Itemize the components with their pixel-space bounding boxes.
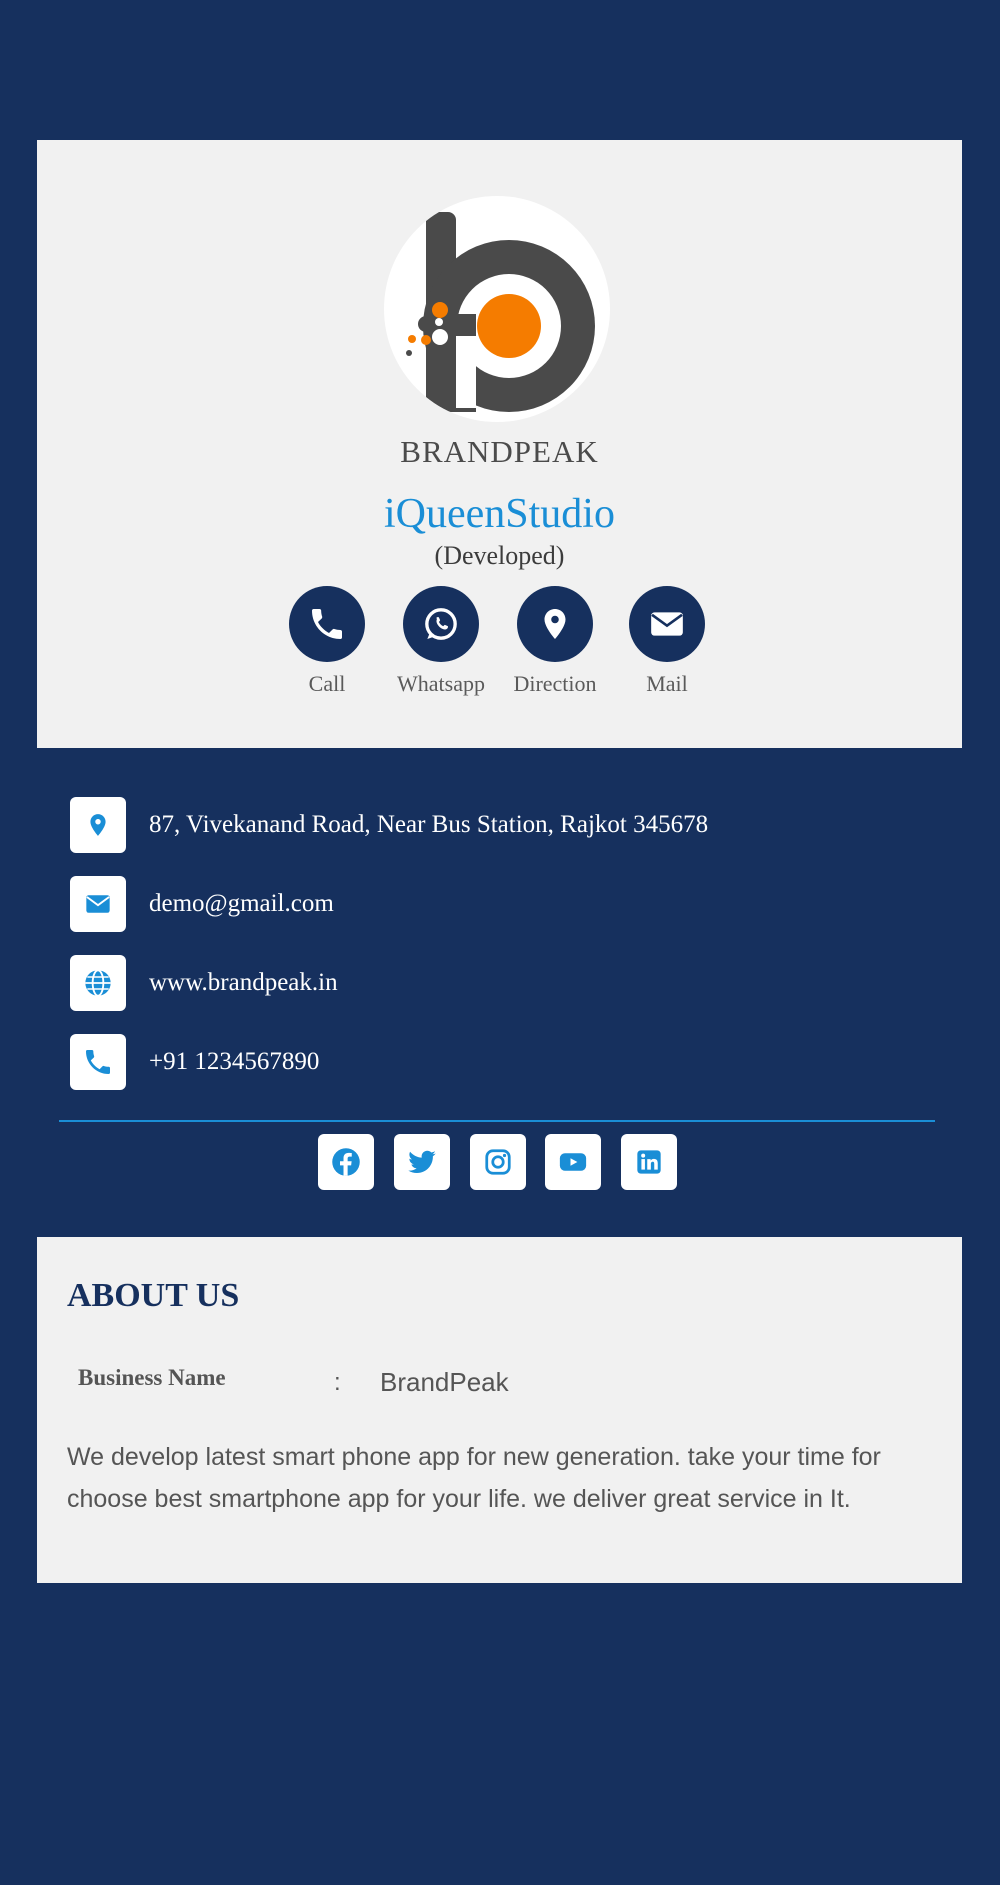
email-text: demo@gmail.com	[149, 890, 334, 917]
about-card: ABOUT US Business Name : BrandPeak We de…	[37, 1237, 962, 1583]
globe-icon	[70, 955, 126, 1011]
whatsapp-label: Whatsapp	[397, 671, 485, 696]
linkedin-icon	[637, 1150, 661, 1174]
business-name-label: Business Name	[78, 1365, 226, 1390]
envelope-icon	[70, 876, 126, 932]
phone-icon	[70, 1034, 126, 1090]
profile-title: iQueenStudio	[384, 491, 615, 537]
youtube-icon	[559, 1153, 587, 1171]
direction-button[interactable]: Direction	[495, 586, 615, 697]
phone-row[interactable]: +91 1234567890	[70, 1034, 319, 1090]
website-row[interactable]: www.brandpeak.in	[70, 955, 338, 1011]
twitter-button[interactable]	[394, 1134, 450, 1190]
instagram-button[interactable]	[470, 1134, 526, 1190]
mail-button[interactable]: Mail	[607, 586, 727, 697]
profile-card: BRANDPEAK iQueenStudio (Developed) Call …	[37, 140, 962, 748]
address-text: 87, Vivekanand Road, Near Bus Station, R…	[149, 811, 709, 838]
instagram-icon	[485, 1149, 511, 1175]
brand-wordmark: BRANDPEAK	[400, 434, 599, 469]
phone-text: +91 1234567890	[149, 1048, 320, 1075]
website-text: www.brandpeak.in	[149, 969, 338, 996]
brandpeak-logo-icon	[406, 212, 595, 412]
about-heading: ABOUT US	[67, 1277, 240, 1314]
call-label: Call	[308, 671, 346, 696]
phone-icon	[289, 586, 365, 662]
mail-label: Mail	[646, 671, 688, 696]
facebook-button[interactable]	[318, 1134, 374, 1190]
brand-logo	[384, 196, 610, 422]
whatsapp-icon	[403, 586, 479, 662]
map-pin-icon	[70, 797, 126, 853]
linkedin-button[interactable]	[621, 1134, 677, 1190]
business-name-value: BrandPeak	[380, 1367, 509, 1397]
call-button[interactable]: Call	[267, 586, 387, 697]
facebook-icon	[332, 1148, 360, 1176]
twitter-icon	[408, 1150, 436, 1173]
map-pin-icon	[517, 586, 593, 662]
business-name-separator: :	[334, 1369, 341, 1396]
profile-subtitle: (Developed)	[434, 541, 565, 570]
about-description: We develop latest smart phone app for ne…	[67, 1443, 881, 1513]
divider	[59, 1120, 935, 1122]
whatsapp-button[interactable]: Whatsapp	[381, 586, 501, 697]
envelope-icon	[629, 586, 705, 662]
direction-label: Direction	[513, 671, 597, 696]
address-row[interactable]: 87, Vivekanand Road, Near Bus Station, R…	[70, 797, 708, 853]
email-row[interactable]: demo@gmail.com	[70, 876, 334, 932]
youtube-button[interactable]	[545, 1134, 601, 1190]
